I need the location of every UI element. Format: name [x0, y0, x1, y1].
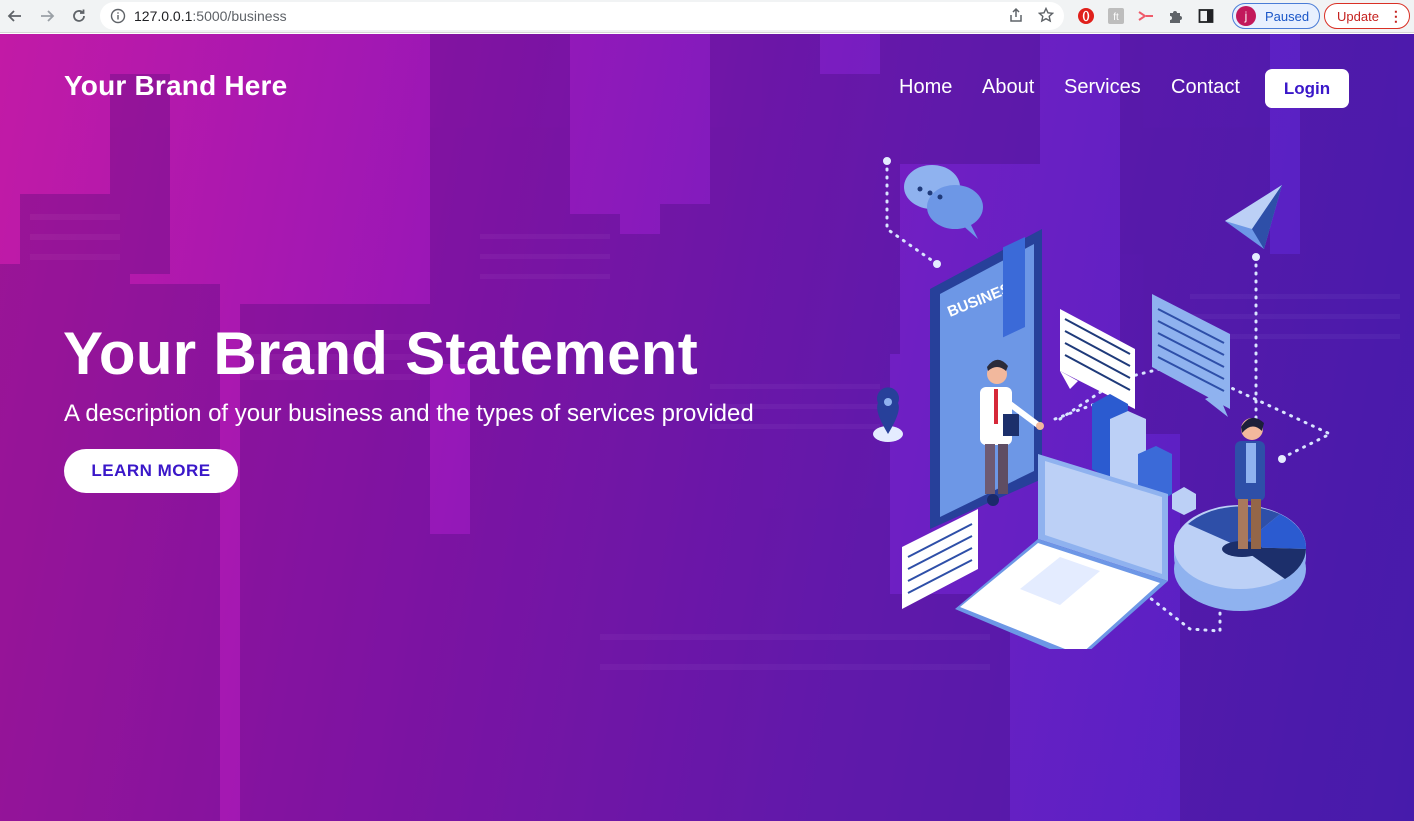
translate-extension-icon[interactable]: ft [1106, 6, 1126, 26]
url-path: :5000/business [192, 8, 287, 24]
nav-home-link[interactable]: Home [899, 76, 952, 99]
paper-plane-icon [1225, 185, 1282, 249]
reload-icon[interactable] [66, 3, 92, 29]
bookmark-star-icon[interactable] [1037, 6, 1055, 28]
update-button[interactable]: Update ⋮ [1324, 3, 1410, 29]
profile-button[interactable]: j Paused [1232, 3, 1320, 29]
login-button[interactable]: Login [1265, 69, 1349, 108]
cast-extension-icon[interactable] [1136, 6, 1156, 26]
nav-about-link[interactable]: About [982, 76, 1034, 99]
document-card-icon [1060, 309, 1135, 409]
location-pin-icon [873, 387, 903, 442]
nav-contact-link[interactable]: Contact [1171, 76, 1240, 99]
brand-logo[interactable]: Your Brand Here [64, 70, 287, 102]
profile-status-label: Paused [1265, 8, 1310, 24]
url-text: 127.0.0.1:5000/business [134, 8, 287, 24]
hero-headline: Your Brand Statement [63, 320, 698, 387]
browser-toolbar: 127.0.0.1:5000/business ft j Paused Upda… [0, 0, 1414, 33]
url-host: 127.0.0.1 [134, 8, 193, 24]
hero-description: A description of your business and the t… [64, 400, 754, 427]
puzzle-extensions-icon[interactable] [1166, 6, 1186, 26]
address-bar[interactable]: 127.0.0.1:5000/business [100, 2, 1064, 30]
opera-extension-icon[interactable] [1076, 6, 1096, 26]
svg-text:ft: ft [1113, 12, 1119, 23]
share-icon[interactable] [1008, 7, 1024, 28]
document-card-icon [1152, 294, 1230, 417]
back-icon[interactable] [2, 3, 28, 29]
more-menu-icon: ⋮ [1388, 8, 1403, 24]
side-panel-icon[interactable] [1196, 6, 1216, 26]
update-label: Update [1337, 8, 1379, 24]
profile-avatar: j [1236, 6, 1256, 26]
site-info-icon[interactable] [110, 8, 126, 24]
chat-bubble-icon [904, 165, 983, 239]
extensions-row: ft [1074, 4, 1216, 28]
nav-services-link[interactable]: Services [1064, 76, 1141, 99]
hero-section: Your Brand Here Home About Services Cont… [0, 34, 1414, 821]
business-illustration: BUSINESS [873, 157, 1334, 649]
learn-more-button[interactable]: LEARN MORE [64, 449, 238, 493]
forward-icon[interactable] [34, 3, 60, 29]
